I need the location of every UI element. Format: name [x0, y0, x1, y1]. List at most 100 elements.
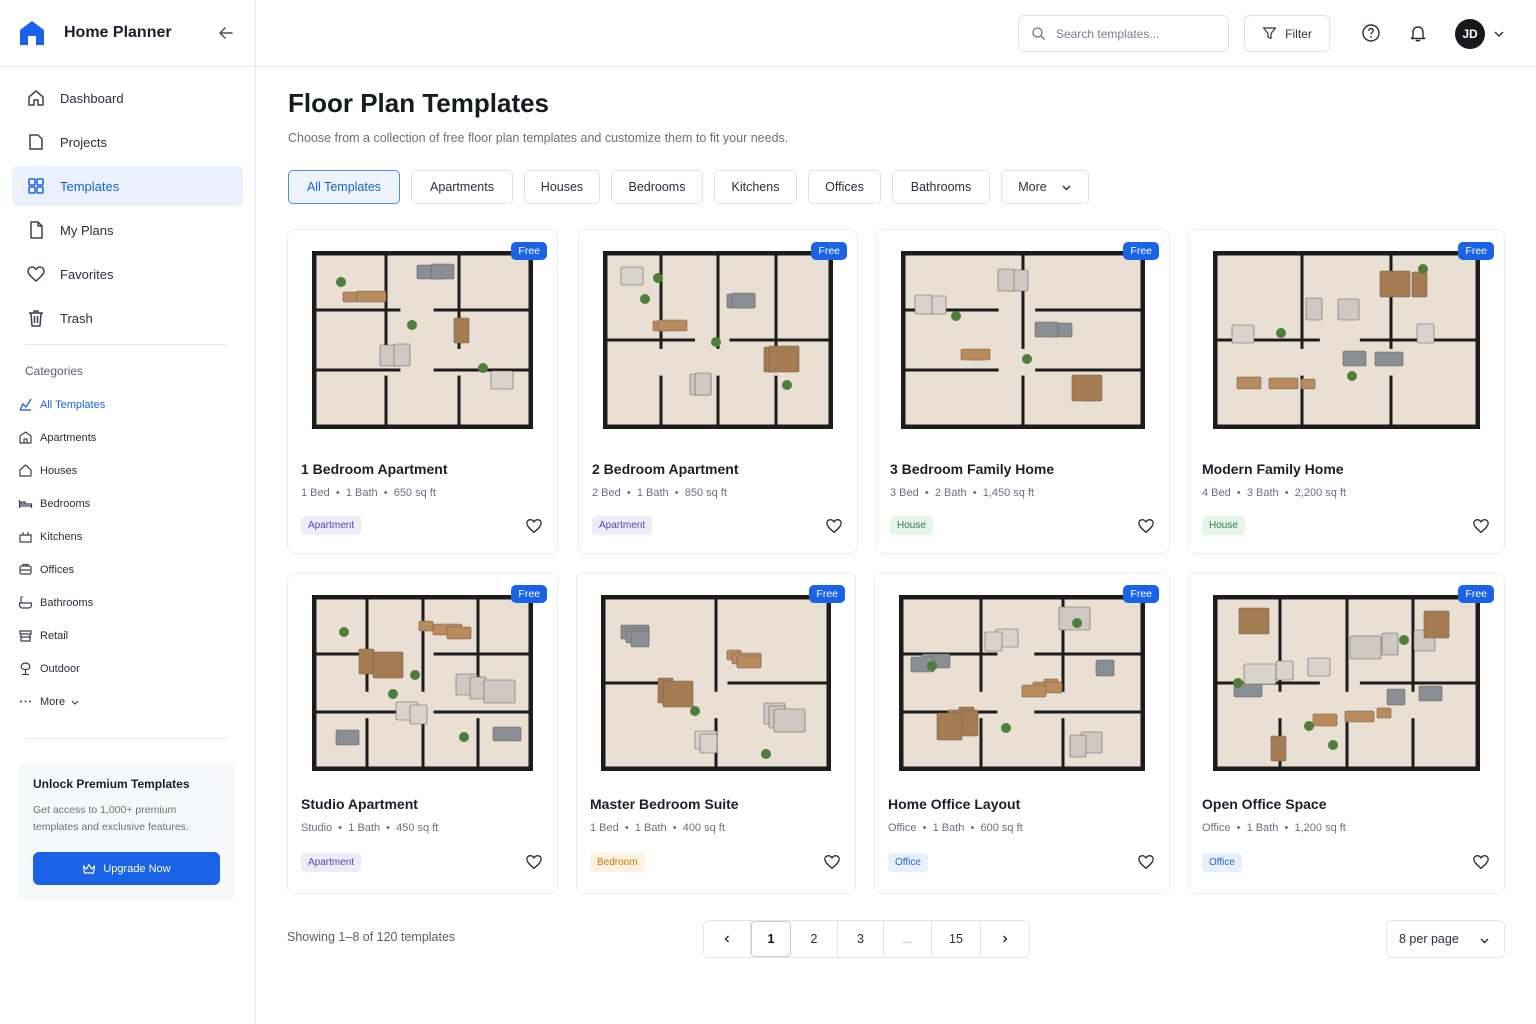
page-ellipsis: ...: [884, 921, 932, 957]
free-badge: Free: [511, 585, 547, 603]
floor-plan-thumbnail: [603, 251, 833, 429]
category-tag: Apartment: [592, 516, 653, 535]
thumbnail: [1189, 240, 1504, 440]
template-card[interactable]: Free Modern Family Home 4 Bed • 3 Bath •…: [1188, 229, 1505, 554]
templates-grid-icon: [26, 176, 46, 196]
category-more[interactable]: More: [0, 685, 255, 718]
chip-houses[interactable]: Houses: [524, 170, 600, 204]
category-retail[interactable]: Retail: [0, 619, 255, 652]
floor-plan-thumbnail: [901, 251, 1145, 429]
nav-label: Trash: [60, 310, 93, 326]
chip-bedrooms[interactable]: Bedrooms: [611, 170, 703, 204]
notification-bell-icon[interactable]: [1407, 22, 1429, 44]
prev-page-button[interactable]: [704, 921, 751, 957]
brand-bar: Home Planner: [0, 0, 255, 67]
user-avatar[interactable]: JD: [1455, 19, 1485, 49]
page-button[interactable]: 1: [751, 921, 791, 957]
category-apartments[interactable]: Apartments: [0, 421, 255, 454]
next-page-button[interactable]: [981, 921, 1029, 957]
category-kitchens[interactable]: Kitchens: [0, 520, 255, 553]
nav-label: Dashboard: [60, 90, 124, 106]
chevron-down-icon: [1480, 938, 1489, 944]
template-card[interactable]: Free 2 Bedroom Apartment 2 Bed • 1 Bath …: [578, 229, 858, 554]
category-label: Kitchens: [40, 530, 83, 543]
chip-all-templates[interactable]: All Templates: [288, 170, 400, 204]
nav-item-projects[interactable]: Projects: [12, 122, 243, 162]
chevron-down-icon[interactable]: [1493, 27, 1505, 45]
template-card[interactable]: Free Master Bedroom Suite 1 Bed • 1 Bath…: [576, 572, 856, 894]
favorite-heart-icon[interactable]: [1137, 517, 1155, 535]
upgrade-label: Upgrade Now: [103, 862, 171, 875]
favorite-heart-icon[interactable]: [1472, 853, 1490, 871]
page-title: Floor Plan Templates: [288, 88, 550, 118]
chip-bathrooms[interactable]: Bathrooms: [892, 170, 990, 204]
collapse-sidebar-button[interactable]: [215, 22, 237, 44]
category-houses[interactable]: Houses: [0, 454, 255, 487]
nav-label: My Plans: [60, 222, 114, 238]
search-box[interactable]: [1018, 15, 1229, 52]
template-card[interactable]: Free 3 Bedroom Family Home 3 Bed • 2 Bat…: [876, 229, 1170, 554]
favorite-heart-icon[interactable]: [1472, 517, 1490, 535]
template-card[interactable]: Free Open Office Space Office • 1 Bath •…: [1188, 572, 1505, 894]
favorite-heart-icon[interactable]: [1137, 853, 1155, 871]
category-offices[interactable]: Offices: [0, 553, 255, 586]
heart-icon: [26, 264, 46, 284]
arrow-left-icon: [219, 27, 233, 39]
upgrade-now-button[interactable]: Upgrade Now: [33, 852, 220, 885]
category-label: Bedrooms: [40, 497, 91, 510]
category-label: All Templates: [40, 398, 106, 411]
chip-apartments[interactable]: Apartments: [411, 170, 513, 204]
app-logo-icon: [20, 21, 44, 45]
nav-item-trash[interactable]: Trash: [12, 298, 243, 338]
nav-item-my-plans[interactable]: My Plans: [12, 210, 243, 250]
favorite-heart-icon[interactable]: [823, 853, 841, 871]
chip-kitchens[interactable]: Kitchens: [714, 170, 797, 204]
favorite-heart-icon[interactable]: [525, 853, 543, 871]
category-tag: Office: [1202, 853, 1242, 872]
divider: [25, 344, 228, 345]
thumbnail: [288, 583, 557, 783]
all-templates-icon: [18, 397, 33, 412]
card-meta: Office • 1 Bath • 1,200 sq ft: [1202, 822, 1346, 834]
free-badge: Free: [1458, 585, 1494, 603]
chip-more-label: More: [1018, 180, 1047, 194]
nav-item-favorites[interactable]: Favorites: [12, 254, 243, 294]
thumbnail: [875, 583, 1169, 783]
premium-text: Get access to 1,000+ premium templates a…: [33, 804, 189, 833]
card-meta: 1 Bed • 1 Bath • 650 sq ft: [301, 487, 436, 499]
search-input[interactable]: [1056, 26, 1216, 41]
category-bedrooms[interactable]: Bedrooms: [0, 487, 255, 520]
page-button[interactable]: 3: [838, 921, 884, 957]
chip-more[interactable]: More: [1001, 170, 1089, 204]
favorite-heart-icon[interactable]: [525, 517, 543, 535]
template-card[interactable]: Free Home Office Layout Office • 1 Bath …: [874, 572, 1170, 894]
category-all-templates[interactable]: All Templates: [0, 388, 255, 421]
chevron-left-icon: [724, 935, 729, 943]
chevron-down-icon: [1062, 185, 1071, 190]
page-button[interactable]: 2: [791, 921, 838, 957]
page-button[interactable]: 15: [932, 921, 981, 957]
category-bathrooms[interactable]: Bathrooms: [0, 586, 255, 619]
category-outdoor[interactable]: Outdoor: [0, 652, 255, 685]
filter-button[interactable]: Filter: [1244, 15, 1330, 52]
template-card[interactable]: Free Studio Apartment Studio • 1 Bath • …: [287, 572, 558, 894]
categories-title: Categories: [25, 364, 84, 378]
card-title: 2 Bedroom Apartment: [592, 461, 739, 477]
chip-offices[interactable]: Offices: [808, 170, 881, 204]
card-meta: 1 Bed • 1 Bath • 400 sq ft: [590, 822, 725, 834]
template-card[interactable]: Free 1 Bedroom Apartment 1 Bed • 1 Bath …: [287, 229, 558, 554]
free-badge: Free: [1458, 242, 1494, 260]
bathtub-icon: [18, 595, 33, 610]
category-tag: Apartment: [301, 516, 362, 535]
card-meta: 4 Bed • 3 Bath • 2,200 sq ft: [1202, 487, 1347, 499]
category-tag: Office: [888, 853, 928, 872]
nav-item-dashboard[interactable]: Dashboard: [12, 78, 243, 118]
category-list: All Templates Apartments Houses Bedrooms…: [0, 388, 255, 718]
nav-item-templates[interactable]: Templates: [12, 166, 243, 206]
bed-icon: [18, 496, 33, 511]
help-icon[interactable]: [1360, 22, 1382, 44]
favorite-heart-icon[interactable]: [825, 517, 843, 535]
page-subtitle: Choose from a collection of free floor p…: [288, 131, 789, 145]
category-label: Outdoor: [40, 662, 80, 675]
per-page-select[interactable]: 8 per page: [1386, 920, 1505, 958]
